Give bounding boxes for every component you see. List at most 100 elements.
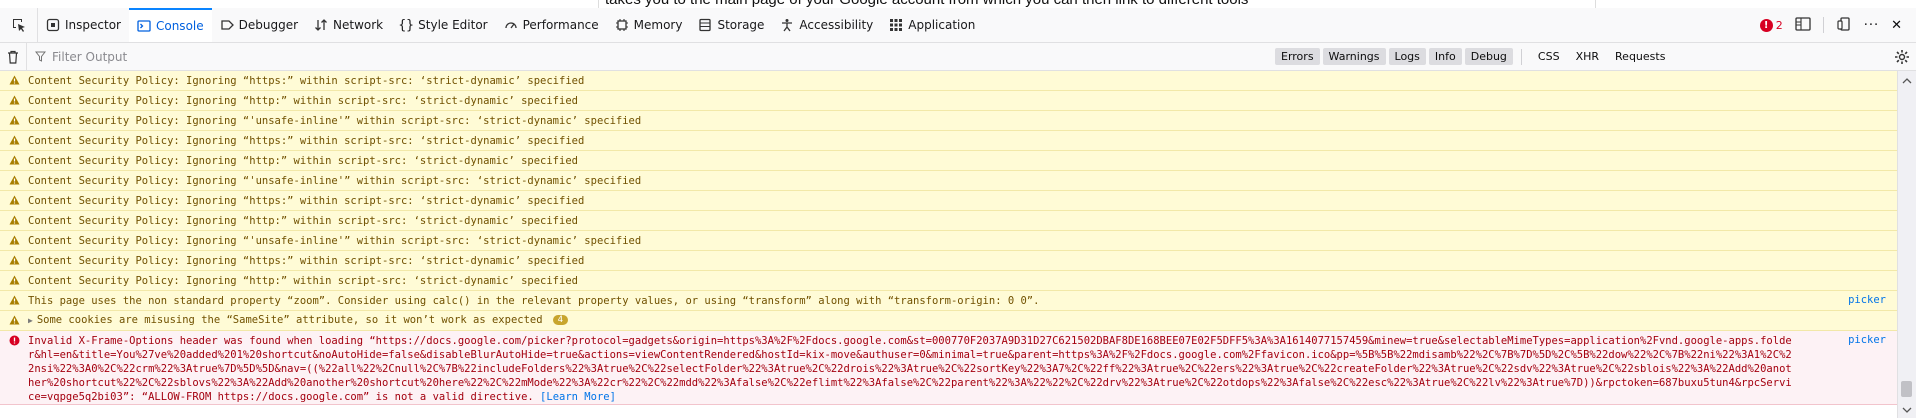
message-text[interactable]: Content Security Policy: Ignoring “'unsa… — [28, 234, 1898, 248]
message-text[interactable]: Content Security Policy: Ignoring “http:… — [28, 154, 1898, 168]
tab-console[interactable]: Console — [128, 8, 212, 42]
error-icon — [0, 334, 28, 346]
console-message-warning: Content Security Policy: Ignoring “'unsa… — [0, 171, 1898, 191]
console-message-warning: Content Security Policy: Ignoring “'unsa… — [0, 231, 1898, 251]
filter-css-button[interactable]: CSS — [1530, 50, 1568, 63]
message-text[interactable]: Content Security Policy: Ignoring “'unsa… — [28, 114, 1898, 128]
scroll-down-arrow-icon[interactable] — [1902, 402, 1912, 416]
tab-console-label: Console — [155, 19, 204, 33]
repeat-count-badge: 4 — [552, 315, 568, 325]
trash-icon — [8, 50, 18, 64]
tab-style-editor[interactable]: {} Style Editor — [391, 8, 495, 42]
page-visible-text: takes you to the main page of your Googl… — [598, 0, 1596, 8]
warning-icon — [0, 154, 28, 165]
console-message-warning: Content Security Policy: Ignoring “http:… — [0, 271, 1898, 291]
message-source-link[interactable]: picker — [1806, 334, 1898, 346]
tab-accessibility[interactable]: Accessibility — [772, 8, 881, 42]
warning-icon — [0, 134, 28, 145]
tab-storage[interactable]: Storage — [690, 8, 772, 42]
message-text[interactable]: Content Security Policy: Ignoring “https… — [28, 74, 1898, 88]
console-message-warning: Content Security Policy: Ignoring “https… — [0, 131, 1898, 151]
error-icon: ! — [1759, 18, 1773, 32]
console-filter-bar: Errors Warnings Logs Info Debug CSS XHR … — [0, 43, 1916, 71]
split-console-icon[interactable] — [1795, 16, 1811, 34]
tab-memory[interactable]: Memory — [607, 8, 691, 42]
warning-icon — [0, 194, 28, 205]
log-level-filters: Errors Warnings Logs Info Debug — [1275, 48, 1513, 65]
warning-icon — [0, 254, 28, 265]
console-settings-gear-icon[interactable] — [1894, 49, 1910, 68]
filter-output-input[interactable] — [52, 49, 652, 64]
message-text[interactable]: Content Security Policy: Ignoring “http:… — [28, 214, 1898, 228]
element-picker-button[interactable] — [0, 8, 38, 42]
page-content-strip: takes you to the main page of your Googl… — [0, 0, 1916, 8]
filter-warnings-button[interactable]: Warnings — [1322, 48, 1386, 65]
clear-console-button[interactable] — [0, 43, 27, 70]
tab-application-label: Application — [908, 18, 976, 32]
devtools-toolbar: Inspector Console Debugger Network {} St… — [0, 8, 1916, 43]
console-message-warning: Content Security Policy: Ignoring “http:… — [0, 91, 1898, 111]
performance-icon — [504, 18, 518, 32]
warning-icon — [0, 94, 28, 105]
tab-performance-label: Performance — [522, 18, 599, 32]
scrollbar-thumb[interactable] — [1901, 381, 1912, 397]
learn-more-link[interactable]: [Learn More] — [540, 391, 616, 403]
filter-errors-button[interactable]: Errors — [1275, 48, 1320, 65]
console-message-warning: Content Security Policy: Ignoring “'unsa… — [0, 111, 1898, 131]
more-options-icon[interactable]: ··· — [1864, 18, 1879, 33]
message-text[interactable]: Some cookies are misusing the “SameSite”… — [37, 314, 543, 326]
tab-memory-label: Memory — [633, 18, 683, 32]
message-text[interactable]: Content Security Policy: Ignoring “https… — [28, 254, 1898, 268]
network-icon — [314, 18, 328, 32]
filter-logs-button[interactable]: Logs — [1388, 48, 1426, 65]
close-icon[interactable]: ✕ — [1891, 18, 1902, 33]
message-text[interactable]: Content Security Policy: Ignoring “https… — [28, 134, 1898, 148]
scroll-up-arrow-icon[interactable] — [1902, 73, 1912, 87]
tab-debugger[interactable]: Debugger — [212, 8, 306, 42]
filter-debug-button[interactable]: Debug — [1464, 48, 1513, 65]
console-output: Content Security Policy: Ignoring “https… — [0, 71, 1898, 418]
message-text[interactable]: Content Security Policy: Ignoring “'unsa… — [28, 174, 1898, 188]
tab-inspector[interactable]: Inspector — [38, 8, 129, 42]
expand-arrow-icon[interactable]: ▶ — [28, 316, 33, 325]
message-text[interactable]: This page uses the non standard property… — [28, 294, 1806, 308]
warning-icon — [0, 114, 28, 125]
debugger-icon — [220, 18, 234, 32]
responsive-design-icon[interactable] — [1836, 16, 1852, 34]
console-message-warning: Content Security Policy: Ignoring “https… — [0, 71, 1898, 91]
tab-style-editor-label: Style Editor — [418, 18, 488, 32]
warning-icon — [0, 294, 28, 305]
tab-debugger-label: Debugger — [238, 18, 299, 32]
message-text[interactable]: Content Security Policy: Ignoring “http:… — [28, 94, 1898, 108]
application-icon — [889, 18, 903, 32]
console-icon — [137, 19, 151, 33]
warning-icon — [0, 214, 28, 225]
tab-accessibility-label: Accessibility — [799, 18, 874, 32]
message-text[interactable]: Content Security Policy: Ignoring “http:… — [28, 274, 1898, 288]
message-text[interactable]: Content Security Policy: Ignoring “https… — [28, 194, 1898, 208]
filter-separator — [1520, 48, 1522, 65]
warning-icon — [0, 74, 28, 85]
style-editor-icon: {} — [398, 17, 414, 33]
tab-application[interactable]: Application — [881, 8, 983, 42]
console-message-warning: This page uses the non standard property… — [0, 291, 1898, 311]
inspector-icon — [46, 18, 60, 32]
tab-network[interactable]: Network — [306, 8, 391, 42]
error-count-badge[interactable]: ! 2 — [1759, 18, 1783, 32]
tab-inspector-label: Inspector — [65, 18, 121, 32]
filter-xhr-button[interactable]: XHR — [1568, 50, 1607, 63]
message-source-link[interactable]: picker — [1806, 294, 1898, 306]
warning-icon — [0, 174, 28, 185]
tab-performance[interactable]: Performance — [496, 8, 607, 42]
warning-icon — [0, 274, 28, 285]
console-message-group[interactable]: ▶ Some cookies are misusing the “SameSit… — [0, 311, 1898, 331]
filter-requests-button[interactable]: Requests — [1607, 50, 1673, 63]
tab-storage-label: Storage — [717, 18, 765, 32]
output-scrollbar[interactable] — [1897, 71, 1916, 418]
storage-icon — [698, 18, 712, 32]
filter-info-button[interactable]: Info — [1428, 48, 1462, 65]
toolbar-right-controls: ! 2 ··· ✕ — [1759, 8, 1916, 42]
console-message-warning: Content Security Policy: Ignoring “http:… — [0, 211, 1898, 231]
message-text[interactable]: Invalid X-Frame-Options header was found… — [28, 334, 1806, 404]
filter-output-field[interactable] — [35, 49, 1275, 64]
